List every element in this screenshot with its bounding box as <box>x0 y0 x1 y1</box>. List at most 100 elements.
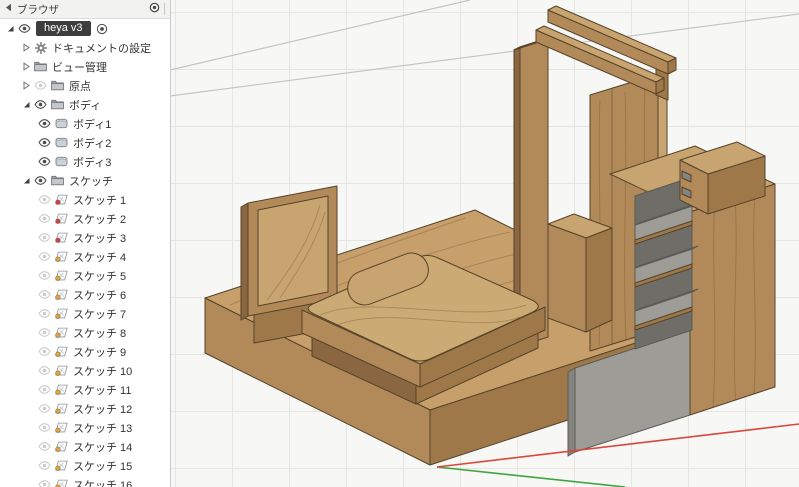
viewport-canvas[interactable] <box>170 0 799 487</box>
eye-icon[interactable] <box>32 100 49 109</box>
tree-item-sketch-12[interactable]: スケッチ 12 <box>0 399 170 418</box>
eye-icon[interactable] <box>32 81 49 90</box>
eye-icon[interactable] <box>36 119 53 128</box>
tree-item-sketch-5[interactable]: スケッチ 5 <box>0 266 170 285</box>
column-front-face <box>689 183 776 416</box>
scene-3d <box>170 0 799 487</box>
tree-item-bodies[interactable]: ボディ <box>0 95 170 114</box>
body-icon <box>53 156 70 167</box>
tree-item-label: ボディ1 <box>73 118 112 131</box>
tree-item-label: ボディ2 <box>73 137 112 150</box>
eye-icon[interactable] <box>36 461 53 470</box>
tree-item-label: スケッチ 5 <box>73 270 127 283</box>
tree-item-sketch-14[interactable]: スケッチ 14 <box>0 437 170 456</box>
sketch-locked-icon <box>53 194 70 205</box>
eye-icon[interactable] <box>16 24 33 33</box>
tree-item-sketches[interactable]: スケッチ <box>0 171 170 190</box>
tree-item-sketch-2[interactable]: スケッチ 2 <box>0 209 170 228</box>
eye-icon[interactable] <box>36 138 53 147</box>
expand-arrow-icon[interactable] <box>20 81 32 90</box>
tv-side-face <box>240 202 249 321</box>
hanger-rails[interactable] <box>535 5 677 101</box>
tree-item-sketch-16[interactable]: スケッチ 16 <box>0 475 170 487</box>
tree-item-document-settings[interactable]: ドキュメントの設定 <box>0 38 170 57</box>
tree-item-label: スケッチ 9 <box>73 346 127 359</box>
tree-item-label: スケッチ 10 <box>73 365 133 378</box>
eye-icon[interactable] <box>36 233 53 242</box>
eye-icon[interactable] <box>36 480 53 487</box>
eye-icon[interactable] <box>32 176 49 185</box>
panel-title: ブラウザ <box>17 3 59 16</box>
tree-item-sketch-7[interactable]: スケッチ 7 <box>0 304 170 323</box>
eye-icon[interactable] <box>36 271 53 280</box>
sketch-icon <box>53 384 70 395</box>
browser-tree: heya v3 ドキュメントの設定 ビュー管理原点ボディボディ1 ボディ2 ボディ3 スケ… <box>0 19 170 487</box>
panel-options-icon[interactable] <box>149 2 160 16</box>
activate-radio-icon[interactable] <box>96 23 108 35</box>
tree-item-sketch-8[interactable]: スケッチ 8 <box>0 323 170 342</box>
collapse-arrow-icon[interactable] <box>20 100 32 109</box>
eye-icon[interactable] <box>36 442 53 451</box>
sketch-icon <box>53 289 70 300</box>
tree-item-label: heya v3 <box>36 21 91 36</box>
eye-icon[interactable] <box>36 328 53 337</box>
eye-icon[interactable] <box>36 366 53 375</box>
tree-item-body-1[interactable]: ボディ1 <box>0 114 170 133</box>
pedestal-edge-face <box>567 367 576 457</box>
sketch-icon <box>53 479 70 487</box>
tree-item-origin[interactable]: 原点 <box>0 76 170 95</box>
panel-collapse-icon[interactable] <box>5 3 12 15</box>
tree-item-label: ビュー管理 <box>52 61 107 74</box>
gear-icon <box>32 41 49 54</box>
collapse-arrow-icon[interactable] <box>4 24 16 33</box>
tree-item-named-views[interactable]: ビュー管理 <box>0 57 170 76</box>
browser-panel: ブラウザ heya v3 ドキュメントの設定 ビュー管理原点ボディボディ1 ボディ2 ボ… <box>0 0 171 487</box>
tree-item-sketch-1[interactable]: スケッチ 1 <box>0 190 170 209</box>
eye-icon[interactable] <box>36 309 53 318</box>
expand-arrow-icon[interactable] <box>20 43 32 52</box>
tree-item-body-2[interactable]: ボディ2 <box>0 133 170 152</box>
tree-item-sketch-6[interactable]: スケッチ 6 <box>0 285 170 304</box>
sketch-icon <box>53 346 70 357</box>
eye-icon[interactable] <box>36 157 53 166</box>
tree-item-sketch-13[interactable]: スケッチ 13 <box>0 418 170 437</box>
folder-icon <box>49 99 66 110</box>
eye-icon[interactable] <box>36 252 53 261</box>
panel-header-separator <box>164 3 165 15</box>
tree-item-label: スケッチ 16 <box>73 479 133 487</box>
eye-icon[interactable] <box>36 195 53 204</box>
middle-cabinet[interactable] <box>547 213 613 333</box>
folder-icon <box>49 80 66 91</box>
eye-icon[interactable] <box>36 385 53 394</box>
tree-item-heya-v3[interactable]: heya v3 <box>0 19 170 38</box>
y-axis-line <box>436 466 626 487</box>
sketch-icon <box>53 422 70 433</box>
cabinet-front-left-face <box>547 223 587 333</box>
tree-item-label: スケッチ 12 <box>73 403 133 416</box>
eye-icon[interactable] <box>36 290 53 299</box>
cabinet-front-right-face <box>585 227 613 333</box>
tree-item-label: ドキュメントの設定 <box>52 42 151 55</box>
tree-item-label: スケッチ 11 <box>73 384 132 397</box>
tree-item-label: ボディ3 <box>73 156 112 169</box>
collapse-arrow-icon[interactable] <box>20 176 32 185</box>
eye-icon[interactable] <box>36 214 53 223</box>
tree-item-sketch-4[interactable]: スケッチ 4 <box>0 247 170 266</box>
folder-icon <box>32 61 49 72</box>
tree-item-sketch-11[interactable]: スケッチ 11 <box>0 380 170 399</box>
expand-arrow-icon[interactable] <box>20 62 32 71</box>
eye-icon[interactable] <box>36 347 53 356</box>
eye-icon[interactable] <box>36 404 53 413</box>
eye-icon[interactable] <box>36 423 53 432</box>
tree-item-body-3[interactable]: ボディ3 <box>0 152 170 171</box>
tree-item-sketch-3[interactable]: スケッチ 3 <box>0 228 170 247</box>
tree-item-label: スケッチ 8 <box>73 327 127 340</box>
tree-item-sketch-9[interactable]: スケッチ 9 <box>0 342 170 361</box>
sketch-locked-icon <box>53 213 70 224</box>
sketch-icon <box>53 403 70 414</box>
sketch-icon <box>53 460 70 471</box>
tree-item-label: スケッチ <box>69 175 113 188</box>
tree-item-label: ボディ <box>69 99 102 112</box>
tree-item-sketch-10[interactable]: スケッチ 10 <box>0 361 170 380</box>
tree-item-sketch-15[interactable]: スケッチ 15 <box>0 456 170 475</box>
